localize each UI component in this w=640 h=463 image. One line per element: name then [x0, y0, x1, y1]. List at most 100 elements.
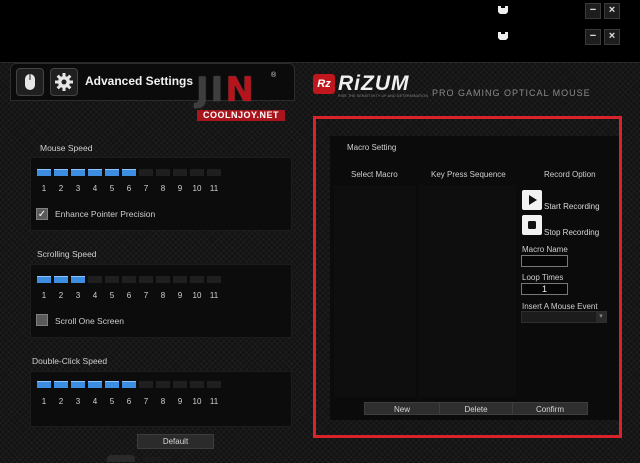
select-macro-header: Select Macro: [351, 170, 398, 179]
slider-segment[interactable]: [139, 381, 153, 388]
slider-segment[interactable]: [207, 276, 221, 283]
slider-segment[interactable]: [207, 169, 221, 176]
slider-segment[interactable]: [122, 276, 136, 283]
confirm-macro-button[interactable]: Confirm: [512, 402, 588, 415]
slider-tick-label: 9: [177, 291, 183, 300]
slider-tick-label: 10: [192, 291, 202, 300]
mouse-speed-label: Mouse Speed: [40, 143, 93, 153]
slider-segment[interactable]: [207, 381, 221, 388]
macro-highlight-frame: [313, 116, 622, 438]
slider-segment[interactable]: [88, 381, 102, 388]
slider-segment[interactable]: [190, 276, 204, 283]
slider-tick-label: 2: [58, 291, 64, 300]
mouse-event-select[interactable]: ▾: [521, 311, 607, 323]
default-button[interactable]: Default: [137, 434, 214, 449]
chevron-down-icon: ▾: [596, 312, 606, 322]
slider-tick-label: 10: [192, 397, 202, 406]
slider-tick-label: 8: [160, 184, 166, 193]
registered-mark: ®: [271, 72, 277, 79]
slider-segment[interactable]: [173, 169, 187, 176]
brand-badge: Rz: [313, 74, 335, 94]
slider-tick-label: 7: [143, 397, 149, 406]
new-macro-button[interactable]: New: [364, 402, 440, 415]
minimize-button-secondary[interactable]: −: [585, 29, 601, 45]
slider-segment[interactable]: [139, 169, 153, 176]
enhance-precision-checkbox[interactable]: ✓: [36, 208, 48, 220]
brand-name: RiZUM: [338, 72, 410, 95]
slider-tick-label: 11: [209, 184, 219, 193]
slider-tick-label: 3: [75, 291, 81, 300]
loop-times-label: Loop Times: [522, 273, 564, 282]
macro-name-label: Macro Name: [522, 245, 568, 254]
key-sequence-header: Key Press Sequence: [431, 170, 506, 179]
double-click-speed-label: Double-Click Speed: [32, 356, 108, 366]
loop-times-input[interactable]: [521, 283, 568, 295]
start-recording-label: Start Recording: [544, 202, 600, 211]
slider-segment[interactable]: [54, 169, 68, 176]
slider-segment[interactable]: [88, 276, 102, 283]
slider-segment[interactable]: [156, 276, 170, 283]
slider-tick-label: 6: [126, 184, 132, 193]
slider-tick-label: 7: [143, 291, 149, 300]
macro-setting-title: Macro Setting: [347, 143, 397, 152]
slider-segment[interactable]: [105, 381, 119, 388]
slider-tick-label: 9: [177, 397, 183, 406]
watermark-site: COOLNJOY.NET: [197, 110, 285, 121]
slider-tick-label: 6: [126, 291, 132, 300]
slider-tick-label: 5: [109, 397, 115, 406]
slider-segment[interactable]: [105, 276, 119, 283]
slider-segment[interactable]: [156, 381, 170, 388]
slider-segment[interactable]: [71, 169, 85, 176]
stop-recording-button[interactable]: [522, 215, 542, 235]
slider-tick-label: 2: [58, 397, 64, 406]
slider-tick-label: 8: [160, 291, 166, 300]
slider-segment[interactable]: [173, 276, 187, 283]
slider-segment[interactable]: [37, 169, 51, 176]
slider-segment[interactable]: [37, 381, 51, 388]
mouse-event-label: Insert A Mouse Event: [522, 302, 598, 311]
gear-icon[interactable]: [50, 68, 78, 96]
slider-segment[interactable]: [71, 276, 85, 283]
slider-tick-label: 9: [177, 184, 183, 193]
slider-tick-label: 5: [109, 291, 115, 300]
watermark-logo: JIN: [196, 70, 256, 110]
slider-segment[interactable]: [173, 381, 187, 388]
slider-segment[interactable]: [88, 169, 102, 176]
stop-recording-label: Stop Recording: [544, 228, 600, 237]
slider-segment[interactable]: [37, 276, 51, 283]
close-button-secondary[interactable]: ×: [604, 29, 620, 45]
close-button[interactable]: ×: [604, 3, 620, 19]
brand-subtitle: PRO GAMING OPTICAL MOUSE: [432, 88, 591, 98]
slider-segment[interactable]: [71, 381, 85, 388]
slider-tick-label: 11: [209, 397, 219, 406]
minimize-button[interactable]: −: [585, 3, 601, 19]
slider-segment[interactable]: [122, 381, 136, 388]
slider-segment[interactable]: [54, 381, 68, 388]
slider-tick-label: 7: [143, 184, 149, 193]
slider-tick-label: 1: [41, 291, 47, 300]
macro-name-input[interactable]: [521, 255, 568, 267]
play-icon: [529, 195, 537, 205]
slider-tick-label: 10: [192, 184, 202, 193]
slider-tick-label: 3: [75, 184, 81, 193]
slider-tick-label: 3: [75, 397, 81, 406]
start-recording-button[interactable]: [522, 190, 542, 210]
slider-segment[interactable]: [190, 169, 204, 176]
slider-tick-label: 4: [92, 184, 98, 193]
mouse-icon[interactable]: [16, 68, 44, 96]
brand-tagline: RISE THE SENSITIVITY UP AND DETERMINATIO…: [338, 94, 429, 98]
slider-segment[interactable]: [54, 276, 68, 283]
bottom-decoration: [143, 457, 161, 462]
slider-segment[interactable]: [156, 169, 170, 176]
slider-segment[interactable]: [122, 169, 136, 176]
slider-tick-label: 8: [160, 397, 166, 406]
slider-tick-label: 2: [58, 184, 64, 193]
enhance-precision-label: Enhance Pointer Precision: [55, 209, 156, 219]
page-title: Advanced Settings: [85, 74, 194, 88]
slider-segment[interactable]: [139, 276, 153, 283]
delete-macro-button[interactable]: Delete: [439, 402, 513, 415]
slider-segment[interactable]: [105, 169, 119, 176]
slider-tick-label: 1: [41, 397, 47, 406]
slider-segment[interactable]: [190, 381, 204, 388]
scroll-one-screen-checkbox[interactable]: [36, 314, 48, 326]
